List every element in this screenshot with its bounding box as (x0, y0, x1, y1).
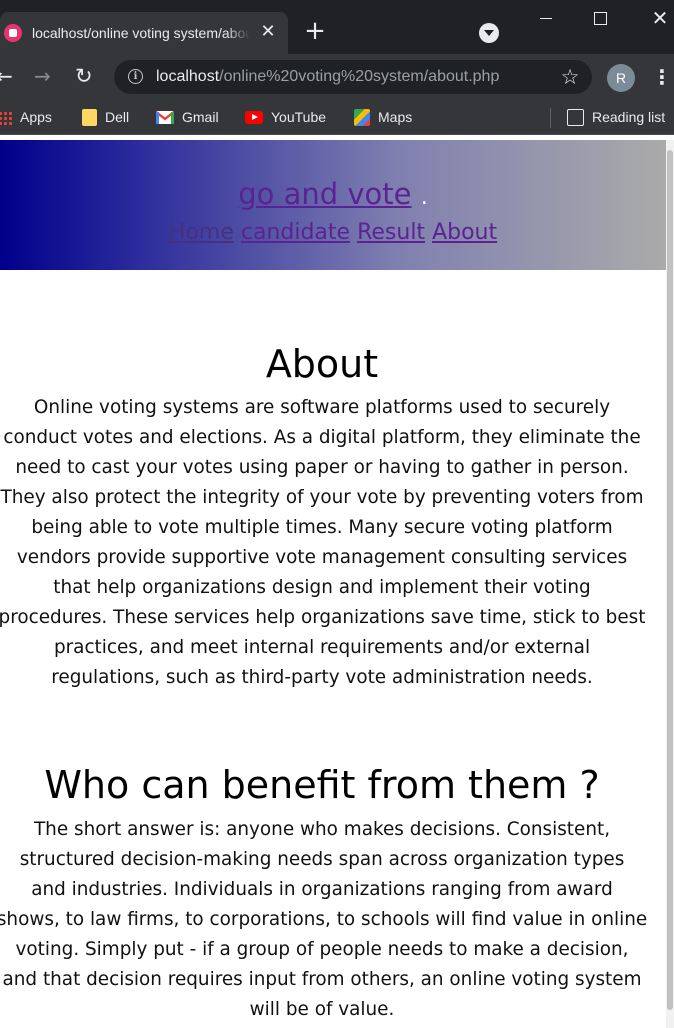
paragraph-line: vendors provide supportive vote manageme… (16, 547, 628, 568)
who-benefit-heading: Who can benefit from them ? (44, 763, 600, 807)
apps-icon (0, 111, 12, 126)
gmail-icon (156, 110, 174, 124)
paragraph-line: and that decision requires input from ot… (2, 969, 642, 990)
nav-home-link[interactable]: Home (169, 220, 234, 245)
maps-icon (354, 108, 370, 126)
nav-about-link[interactable]: About (432, 220, 497, 245)
bookmarks-divider (550, 108, 551, 128)
folder-icon (82, 108, 97, 126)
paragraph-line: procedures. These services help organiza… (0, 607, 646, 628)
paragraph-line: shows, to law firms, to corporations, to… (0, 909, 648, 930)
bookmark-label: Dell (105, 109, 130, 125)
youtube-icon (245, 110, 263, 124)
paragraph-line: They also protect the integrity of your … (0, 487, 644, 508)
paragraph-line: regulations, such as third-party vote ad… (51, 667, 593, 688)
profile-avatar[interactable]: R (607, 64, 635, 92)
paragraph-line: Online voting systems are software platf… (33, 397, 611, 418)
bookmark-label: Gmail (182, 109, 219, 125)
paragraph-line: need to cast your votes using paper or h… (15, 457, 629, 478)
site-nav: Home candidate Result About (0, 218, 666, 248)
browser-menu-icon[interactable]: ⋮ (652, 64, 672, 92)
paragraph-line: practices, and meet internal requirement… (53, 637, 591, 658)
minimize-window-icon[interactable] (540, 18, 552, 19)
bookmark-gmail[interactable]: Gmail (156, 106, 219, 128)
tab-title: localhost/online voting system/about.php (32, 23, 250, 43)
close-tab-icon[interactable]: ✕ (258, 22, 278, 42)
brand-link[interactable]: go and vote (238, 177, 411, 211)
forward-arrow-icon[interactable]: → (34, 64, 56, 88)
bookmark-youtube[interactable]: YouTube (245, 106, 326, 128)
scrollbar-thumb[interactable] (667, 150, 673, 1010)
nav-candidate-link[interactable]: candidate (241, 220, 350, 245)
bookmark-star-icon[interactable]: ☆ (558, 64, 582, 90)
about-paragraph: Online voting systems are software platf… (0, 393, 672, 693)
browser-tab[interactable]: localhost/online voting system/about.php… (0, 12, 288, 54)
url-host: localhost (156, 68, 220, 85)
paragraph-line: and industries. Individuals in organizat… (31, 879, 613, 900)
about-heading: About (265, 342, 379, 386)
reading-list-icon (567, 108, 584, 126)
bookmark-dell[interactable]: Dell (82, 106, 129, 128)
site-header: go and vote . Home candidate Result Abou… (0, 140, 666, 270)
brand: go and vote . (0, 174, 666, 218)
info-icon[interactable]: i (128, 69, 143, 84)
bookmark-label: YouTube (271, 109, 327, 125)
paragraph-line: will be of value. (249, 999, 395, 1020)
paragraph-line: that help organizations design and imple… (53, 577, 591, 598)
paragraph-line: being able to vote multiple times. Many … (31, 517, 613, 538)
back-arrow-icon[interactable]: ← (0, 64, 16, 88)
paragraph-line: conduct votes and elections. As a digita… (3, 427, 641, 448)
site-favicon-icon (4, 24, 22, 42)
reading-list-label: Reading list (592, 109, 666, 125)
nav-result-link[interactable]: Result (357, 220, 425, 245)
url-text[interactable]: localhost/online%20voting%20system/about… (156, 66, 499, 88)
bookmarks-bar: Apps Dell Gmail YouTube Maps Reading lis… (0, 100, 674, 135)
bookmark-label: Apps (20, 109, 52, 125)
reading-list-button[interactable]: Reading list (567, 106, 665, 128)
bookmark-apps[interactable]: Apps (0, 106, 52, 128)
paragraph-line: voting. Simply put - if a group of peopl… (15, 939, 629, 960)
close-window-icon[interactable]: ✕ (648, 5, 672, 31)
maximize-window-icon[interactable] (594, 12, 607, 25)
paragraph-line: structured decision-making needs span ac… (19, 849, 625, 870)
browser-toolbar: ← → ↻ i localhost/online%20voting%20syst… (0, 54, 674, 100)
paragraph-line: The short answer is: anyone who makes de… (33, 819, 611, 840)
page-viewport: go and vote . Home candidate Result Abou… (0, 135, 674, 1028)
who-benefit-paragraph: The short answer is: anyone who makes de… (0, 815, 672, 1025)
browser-tab-bar: localhost/online voting system/about.php… (0, 0, 674, 54)
brand-dot: . (420, 185, 428, 210)
bookmark-maps[interactable]: Maps (354, 106, 412, 128)
new-tab-button[interactable]: + (302, 17, 328, 47)
url-path: /online%20voting%20system/about.php (219, 68, 500, 85)
reload-icon[interactable]: ↻ (75, 63, 97, 89)
address-bar[interactable]: i localhost/online%20voting%20system/abo… (114, 60, 592, 94)
bookmark-label: Maps (378, 109, 413, 125)
tab-search-icon[interactable] (479, 23, 499, 43)
